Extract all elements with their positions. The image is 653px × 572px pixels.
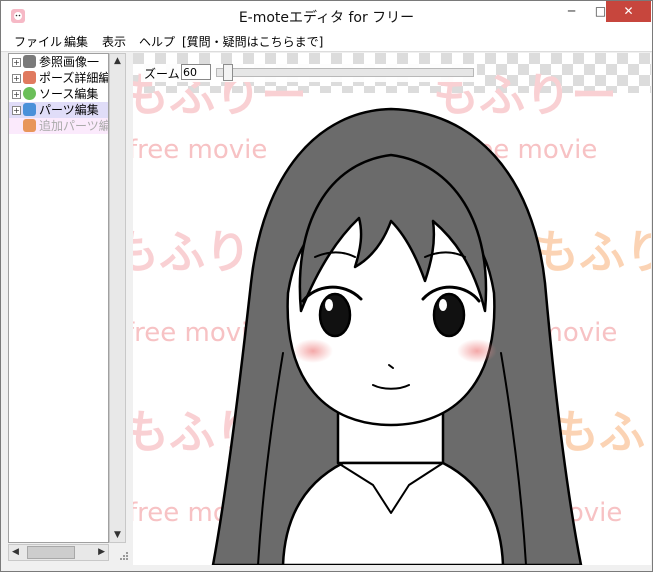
menu-edit[interactable]: 編集 <box>64 33 88 50</box>
editor-canvas[interactable]: もふりー もふりー free movie free movie もふりー もふり… <box>133 53 651 565</box>
zoom-toolbar: ズーム 60 <box>141 64 477 82</box>
reference-image-icon <box>23 55 36 68</box>
tree-item-parts[interactable]: + パーツ編集 <box>9 102 108 118</box>
watermark-logo: もふりー <box>553 405 651 459</box>
scroll-right-icon[interactable]: ▶ <box>98 547 105 557</box>
scroll-up-icon[interactable]: ▲ <box>114 56 121 66</box>
menu-bar: ファイル 編集 表示 ヘルプ [質問・疑問はこちらまで] <box>1 31 652 52</box>
expand-icon[interactable]: + <box>12 90 21 99</box>
tree-vertical-scrollbar[interactable]: ▲ ▼ <box>109 53 126 543</box>
blush-right <box>457 339 497 363</box>
parts-icon <box>23 103 36 116</box>
expand-icon[interactable]: + <box>12 74 21 83</box>
speech-bubble-icon <box>23 87 36 100</box>
eye-right <box>432 292 466 338</box>
scroll-down-icon[interactable]: ▼ <box>114 530 121 540</box>
add-parts-icon <box>23 119 36 132</box>
zoom-slider-thumb[interactable] <box>223 64 233 81</box>
blush-left <box>293 339 333 363</box>
tree-item-add-parts[interactable]: 追加パーツ編 <box>9 118 109 134</box>
tree-item-label: パーツ編集 <box>39 103 99 117</box>
preview-scene: もふりー もふりー free movie free movie もふりー もふり… <box>133 53 651 565</box>
resize-grip-icon[interactable] <box>119 551 129 561</box>
zoom-slider[interactable] <box>216 68 474 77</box>
window-title: E-moteエディタ for フリー <box>238 10 415 26</box>
tree-item-label: ソース編集 <box>39 87 99 101</box>
tree-item-source[interactable]: + ソース編集 <box>9 86 108 102</box>
expand-icon[interactable]: + <box>12 58 21 67</box>
zoom-label: ズーム <box>144 67 180 81</box>
menu-view[interactable]: 表示 <box>102 33 126 50</box>
menu-questions[interactable]: [質問・疑問はこちらまで] <box>182 33 323 50</box>
tree-horizontal-scrollbar[interactable]: ◀ ▶ <box>8 544 109 561</box>
app-window: E-moteエディタ for フリー ─ □ ✕ ファイル 編集 表示 ヘルプ … <box>0 0 653 572</box>
scroll-thumb[interactable] <box>27 546 75 559</box>
tree-panel: + 参照画像一 + ポーズ詳細編 + ソース編集 + パーツ編集 追加パーツ編 <box>8 53 109 543</box>
watermark-logo: もふりー <box>533 225 651 279</box>
watermark-tagline: free movie <box>133 135 267 165</box>
tree-item-label: 追加パーツ編 <box>39 119 109 133</box>
pose-icon <box>23 71 36 84</box>
close-button[interactable]: ✕ <box>606 1 651 22</box>
menu-file[interactable]: ファイル <box>14 33 62 50</box>
tree-item-pose[interactable]: + ポーズ詳細編 <box>9 70 109 86</box>
expand-icon[interactable]: + <box>12 106 21 115</box>
tree-item-label: 参照画像一 <box>39 55 100 69</box>
eye-left <box>318 292 352 338</box>
zoom-input[interactable]: 60 <box>181 64 211 80</box>
tree-item-label: ポーズ詳細編 <box>39 71 109 85</box>
scroll-left-icon[interactable]: ◀ <box>12 547 19 557</box>
eye-left-highlight <box>325 299 333 311</box>
minimize-button[interactable]: ─ <box>557 1 586 22</box>
title-bar: E-moteエディタ for フリー ─ □ ✕ <box>1 1 652 31</box>
eye-right-highlight <box>439 299 447 311</box>
menu-help[interactable]: ヘルプ <box>139 33 175 50</box>
tree-item-reference-image[interactable]: + 参照画像一 <box>9 54 108 70</box>
